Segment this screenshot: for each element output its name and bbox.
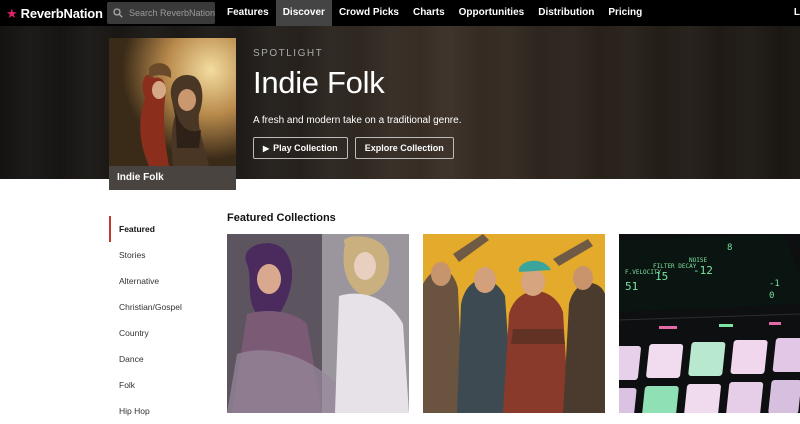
genre-item-featured[interactable]: Featured (109, 216, 209, 242)
nav-item-discover[interactable]: Discover (275, 0, 332, 26)
collection-image-3: F.VELOCITY FILTER DECAY NOISE 51 15 -12 … (619, 234, 800, 413)
nav-item-login-partial[interactable]: L (794, 0, 800, 26)
featured-collections-heading: Featured Collections (227, 212, 336, 224)
synth-readout-noise: NOISE (689, 257, 707, 264)
collection-card-1[interactable] (227, 234, 409, 413)
play-icon: ▶ (263, 143, 270, 153)
search-input[interactable] (129, 8, 215, 18)
synth-readout-filter-decay: FILTER DECAY (653, 263, 697, 270)
genre-item-christian-gospel[interactable]: Christian/Gospel (109, 294, 209, 320)
cover-image (109, 38, 236, 166)
collection-image-1 (227, 234, 409, 413)
synth-readout-value-d: 8 (727, 243, 732, 253)
synth-readout-value-e: -1 (769, 279, 780, 289)
spotlight-eyebrow: SPOTLIGHT (253, 48, 324, 59)
top-navigation: ★ ReverbNation Features Discover Crowd P… (0, 0, 800, 26)
play-collection-label: Play Collection (273, 143, 338, 153)
synth-readout-value-c: -12 (693, 264, 713, 277)
synth-readout-value-a: 51 (625, 280, 638, 293)
hero-subtitle: A fresh and modern take on a traditional… (253, 115, 462, 126)
hero-actions: ▶ Play Collection Explore Collection (253, 137, 461, 159)
synth-readout-value-b: 15 (655, 270, 668, 283)
logo-text: ReverbNation (20, 5, 103, 21)
play-collection-button[interactable]: ▶ Play Collection (253, 137, 348, 159)
nav-item-features[interactable]: Features (220, 0, 276, 26)
logo[interactable]: ★ ReverbNation (0, 0, 104, 26)
search-box[interactable] (107, 2, 215, 24)
synth-readout-value-f: 0 (769, 291, 774, 301)
genre-sidebar: Featured Stories Alternative Christian/G… (109, 216, 209, 424)
collection-card-2[interactable] (423, 234, 605, 413)
collection-image-2 (423, 234, 605, 413)
genre-item-folk[interactable]: Folk (109, 372, 209, 398)
genre-item-dance[interactable]: Dance (109, 346, 209, 372)
nav-item-charts[interactable]: Charts (406, 0, 452, 26)
page-title: Indie Folk (253, 65, 385, 100)
nav-item-pricing[interactable]: Pricing (601, 0, 649, 26)
genre-item-country[interactable]: Country (109, 320, 209, 346)
main-menu: Features Discover Crowd Picks Charts Opp… (220, 0, 649, 26)
hero-text: SPOTLIGHT Indie Folk A fresh and modern … (253, 48, 461, 159)
genre-item-hip-hop[interactable]: Hip Hop (109, 398, 209, 424)
genre-item-stories[interactable]: Stories (109, 242, 209, 268)
collection-card-3[interactable]: F.VELOCITY FILTER DECAY NOISE 51 15 -12 … (619, 234, 800, 413)
genre-item-alternative[interactable]: Alternative (109, 268, 209, 294)
search-icon (113, 8, 123, 18)
nav-item-opportunities[interactable]: Opportunities (452, 0, 532, 26)
star-logo-icon: ★ (6, 5, 18, 21)
explore-collection-button[interactable]: Explore Collection (354, 137, 454, 159)
nav-item-crowd-picks[interactable]: Crowd Picks (332, 0, 406, 26)
spotlight-cover[interactable]: Indie Folk (109, 38, 236, 190)
explore-collection-label: Explore Collection (364, 143, 444, 153)
nav-item-distribution[interactable]: Distribution (531, 0, 601, 26)
cover-caption: Indie Folk (109, 166, 236, 190)
